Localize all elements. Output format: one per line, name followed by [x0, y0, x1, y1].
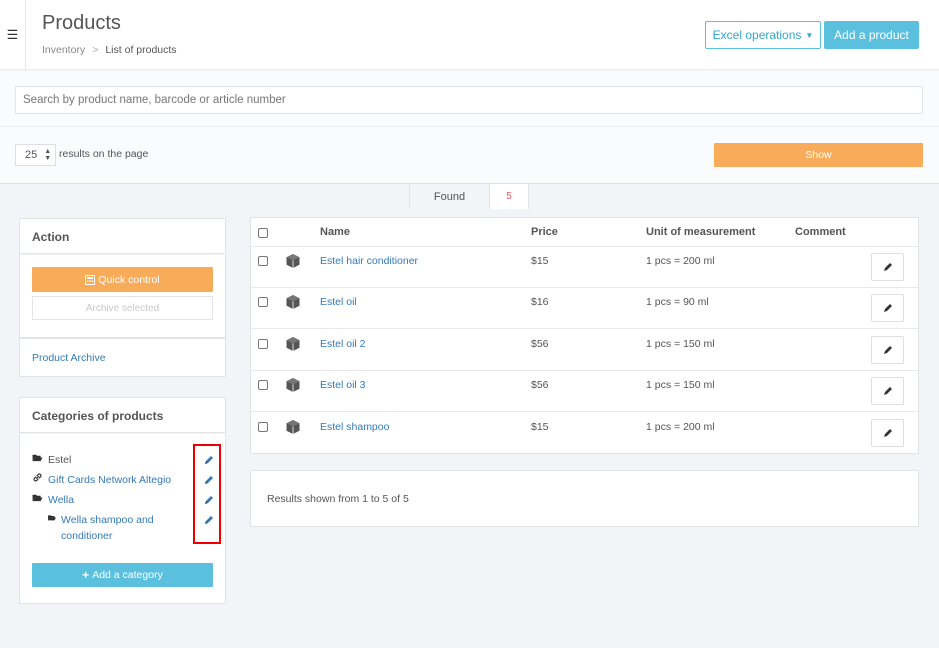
action-panel-title: Action — [32, 230, 70, 244]
pencil-icon — [883, 304, 892, 312]
category-label: Estel — [48, 454, 72, 466]
action-panel-header: Action — [19, 218, 226, 254]
breadcrumb-separator: > — [92, 44, 99, 56]
column-header-name[interactable]: Name — [320, 226, 350, 238]
hamburger-menu-icon[interactable]: ☰ — [0, 0, 26, 70]
results-summary-panel: Results shown from 1 to 5 of 5 — [250, 470, 919, 527]
excel-operations-label: Excel operations — [712, 28, 802, 42]
filter-area: 25 ▲▼ results on the page Show — [0, 71, 939, 183]
caret-down-icon: ▼ — [805, 30, 814, 40]
page-title: Products — [42, 12, 121, 34]
column-header-comment[interactable]: Comment — [795, 226, 846, 238]
product-archive-link[interactable]: Product Archive — [32, 352, 106, 364]
product-unit: 1 pcs = 200 ml — [646, 421, 715, 433]
row-checkbox[interactable] — [258, 422, 268, 432]
edit-product-button[interactable] — [871, 336, 904, 364]
cube-icon — [286, 254, 300, 268]
select-all-checkbox[interactable] — [258, 228, 268, 238]
product-name-link[interactable]: Estel hair conditioner — [320, 255, 418, 267]
product-unit: 1 pcs = 150 ml — [646, 379, 715, 391]
edit-product-button[interactable] — [871, 294, 904, 322]
add-category-label: Add a category — [92, 569, 163, 581]
pencil-icon — [883, 387, 892, 395]
pencil-icon — [883, 346, 892, 354]
link-icon — [33, 473, 42, 482]
calculator-icon — [85, 274, 96, 285]
folder-open-icon — [32, 454, 43, 462]
row-checkbox[interactable] — [258, 256, 268, 266]
edit-product-button[interactable] — [871, 377, 904, 405]
per-page-label: results on the page — [59, 148, 149, 160]
cube-icon — [286, 378, 300, 392]
pencil-icon — [883, 429, 892, 437]
categories-panel-header: Categories of products — [19, 397, 226, 433]
edit-product-button[interactable] — [871, 419, 904, 447]
per-page-value: 25 — [25, 149, 38, 161]
edit-product-button[interactable] — [871, 253, 904, 281]
archive-selected-button[interactable]: Archive selected — [32, 296, 213, 320]
plus-icon: + — [82, 568, 90, 582]
row-checkbox[interactable] — [258, 380, 268, 390]
add-product-button[interactable]: Add a product — [824, 21, 919, 49]
cube-icon — [286, 295, 300, 309]
category-item[interactable]: Wella — [32, 492, 74, 508]
product-price: $56 — [531, 379, 549, 391]
category-item[interactable]: Estel — [32, 452, 71, 468]
product-unit: 1 pcs = 150 ml — [646, 338, 715, 350]
per-page-select[interactable]: 25 ▲ ▼ — [15, 144, 56, 166]
category-label: Wella — [48, 494, 75, 506]
excel-operations-button[interactable]: Excel operations ▼ — [705, 21, 821, 49]
product-name-link[interactable]: Estel shampoo — [320, 421, 389, 433]
cube-icon — [286, 420, 300, 434]
product-price: $15 — [531, 255, 549, 267]
found-label: Found — [409, 184, 490, 209]
row-divider — [251, 287, 918, 288]
folder-open-icon — [32, 494, 43, 502]
highlight-annotation — [193, 444, 221, 544]
divider — [0, 126, 939, 127]
page-header: ☰ Products Inventory > List of products … — [0, 0, 939, 70]
action-panel-body: Quick control Archive selected — [19, 255, 226, 338]
row-divider — [251, 411, 918, 412]
product-price: $15 — [531, 421, 549, 433]
category-item[interactable]: Wella shampoo and conditioner — [48, 512, 168, 544]
row-divider — [251, 246, 918, 247]
add-category-button[interactable]: + Add a category — [32, 563, 213, 587]
product-name-link[interactable]: Estel oil 2 — [320, 338, 366, 350]
column-header-price[interactable]: Price — [531, 226, 558, 238]
found-count: 5 — [490, 184, 529, 209]
category-label: Gift Cards Network Altegio — [48, 474, 172, 486]
results-summary: Results shown from 1 to 5 of 5 — [267, 493, 409, 505]
row-checkbox[interactable] — [258, 339, 268, 349]
product-archive-panel: Product Archive — [19, 338, 226, 377]
product-name-link[interactable]: Estel oil — [320, 296, 357, 308]
folder-open-icon — [48, 515, 57, 521]
row-divider — [251, 370, 918, 371]
sort-arrows-icon: ▲ ▼ — [44, 148, 52, 162]
category-item[interactable]: Gift Cards Network Altegio — [32, 472, 171, 488]
product-name-link[interactable]: Estel oil 3 — [320, 379, 366, 391]
categories-panel-title: Categories of products — [32, 409, 164, 423]
product-unit: 1 pcs = 200 ml — [646, 255, 715, 267]
product-unit: 1 pcs = 90 ml — [646, 296, 709, 308]
product-price: $56 — [531, 338, 549, 350]
column-header-unit[interactable]: Unit of measurement — [646, 226, 755, 238]
product-price: $16 — [531, 296, 549, 308]
category-label: Wella shampoo and conditioner — [61, 514, 154, 542]
products-table: Name Price Unit of measurement Comment E… — [250, 217, 919, 454]
breadcrumb: Inventory > List of products — [42, 44, 177, 56]
show-button[interactable]: Show — [714, 143, 923, 167]
search-input[interactable] — [15, 86, 923, 114]
pencil-icon — [883, 263, 892, 271]
breadcrumb-current: List of products — [105, 44, 177, 56]
row-checkbox[interactable] — [258, 297, 268, 307]
quick-control-button[interactable]: Quick control — [32, 267, 213, 292]
cube-icon — [286, 337, 300, 351]
quick-control-label: Quick control — [98, 273, 160, 286]
row-divider — [251, 328, 918, 329]
breadcrumb-inventory[interactable]: Inventory — [42, 44, 85, 56]
